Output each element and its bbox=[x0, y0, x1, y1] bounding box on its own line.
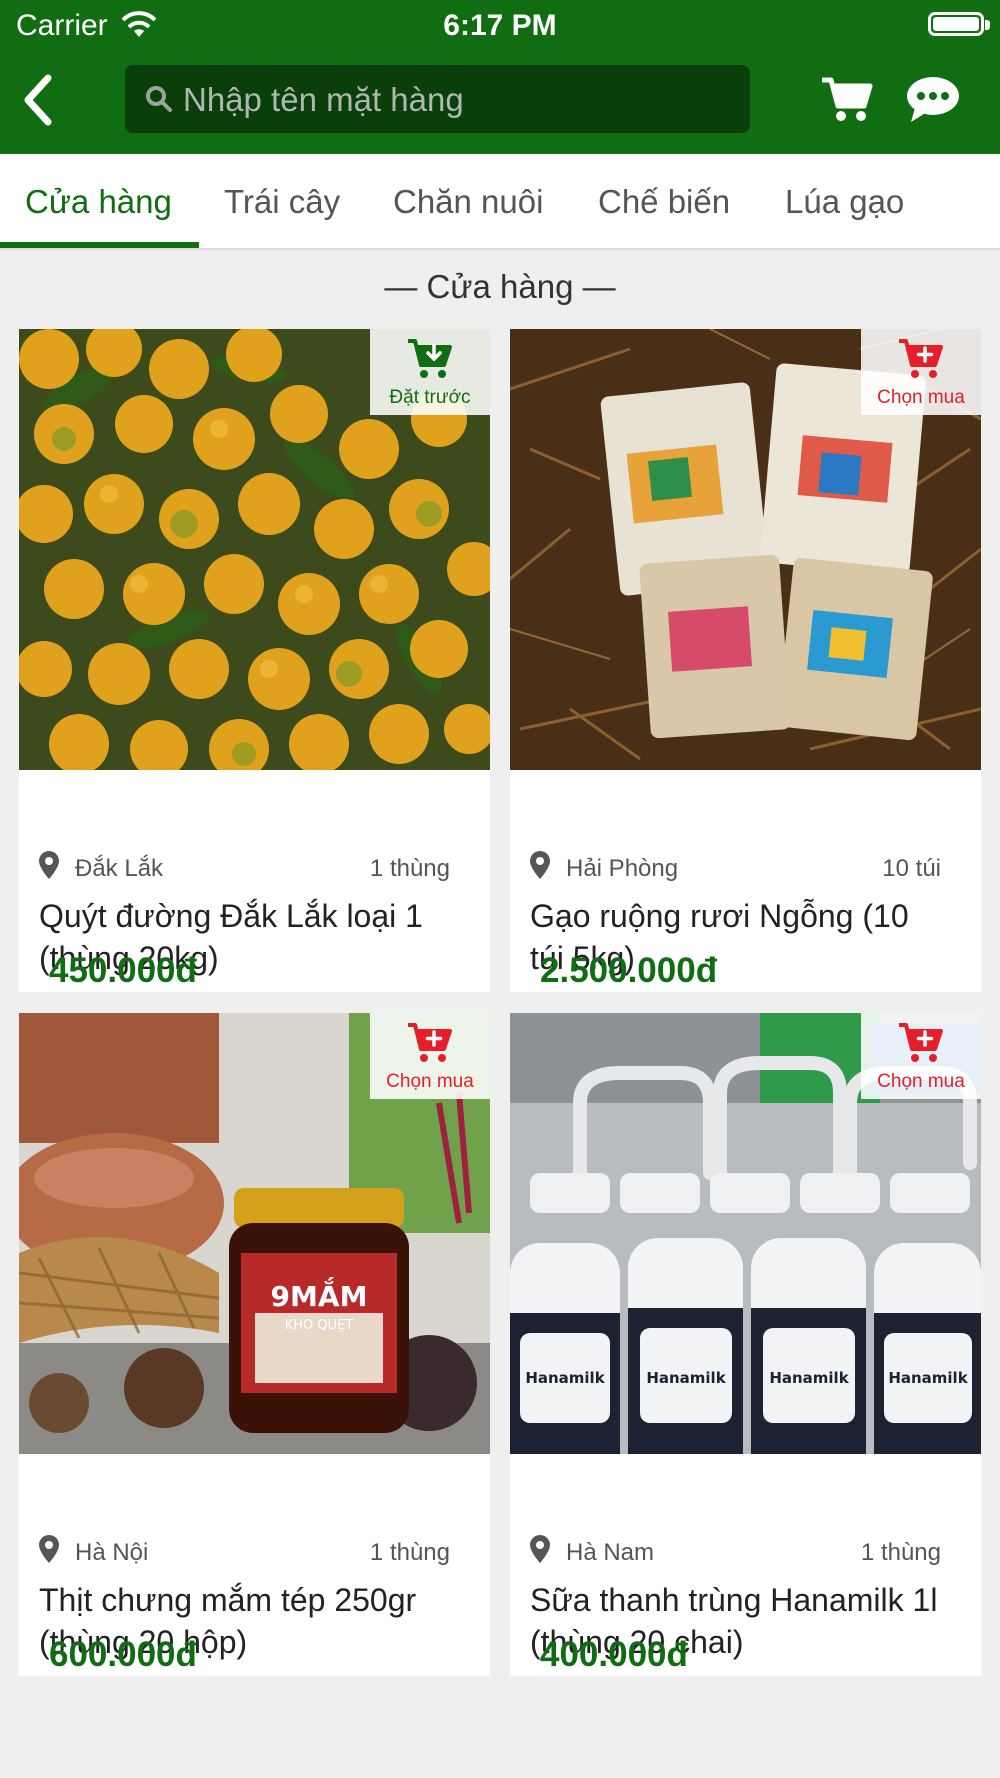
location-pin-icon bbox=[530, 1535, 550, 1563]
app-header: Carrier 6:17 PM bbox=[0, 0, 1000, 154]
choose-buy-button[interactable]: Chọn mua bbox=[861, 1013, 981, 1099]
svg-text:Hanamilk: Hanamilk bbox=[646, 1369, 726, 1387]
product-meta: Hà Nam 1 thùng bbox=[510, 1535, 981, 1567]
choose-buy-button[interactable]: Chọn mua bbox=[370, 1013, 490, 1099]
battery-icon bbox=[928, 12, 984, 36]
section-title: — Cửa hàng — bbox=[384, 268, 616, 305]
chat-button[interactable] bbox=[905, 74, 961, 124]
product-price: 400.000đ bbox=[540, 1635, 688, 1674]
search-icon bbox=[146, 86, 172, 112]
search-bar[interactable] bbox=[125, 65, 750, 135]
svg-text:9MẮM: 9MẮM bbox=[271, 1276, 368, 1313]
product-location: Hà Nội bbox=[75, 1539, 149, 1566]
product-quantity: 1 thùng bbox=[369, 1539, 450, 1566]
product-location: Đắk Lắk bbox=[75, 855, 164, 882]
location-pin-icon bbox=[39, 1535, 59, 1563]
product-meta: Đắk Lắk 1 thùng bbox=[19, 851, 490, 883]
choose-buy-button[interactable]: Chọn mua bbox=[861, 329, 981, 415]
status-time: 6:17 PM bbox=[443, 9, 557, 42]
product-card[interactable]: Đặt trước Đắk Lắk 1 thùng Quýt đường Đắk… bbox=[19, 329, 490, 992]
product-price: 450.000đ bbox=[49, 951, 197, 990]
tab-che-bien[interactable]: Chế biến bbox=[598, 154, 730, 248]
preorder-button[interactable]: Đặt trước bbox=[370, 329, 490, 415]
active-tab-indicator bbox=[0, 242, 199, 248]
add-to-cart-icon bbox=[899, 339, 943, 378]
tab-chan-nuoi[interactable]: Chăn nuôi bbox=[393, 154, 543, 248]
back-button[interactable] bbox=[18, 72, 68, 128]
location-pin-icon bbox=[530, 851, 550, 879]
search-input[interactable] bbox=[181, 65, 740, 135]
add-to-cart-icon bbox=[899, 1023, 943, 1062]
product-quantity: 1 thùng bbox=[860, 1539, 941, 1566]
product-price: 2.500.000đ bbox=[540, 951, 718, 990]
preorder-cart-icon bbox=[408, 339, 452, 378]
product-location: Hải Phòng bbox=[566, 855, 679, 882]
cart-icon bbox=[822, 77, 873, 121]
product-location: Hà Nam bbox=[566, 1539, 655, 1566]
battery-tip bbox=[985, 20, 990, 30]
badge-label: Chọn mua bbox=[877, 1071, 965, 1092]
back-chevron-icon bbox=[24, 74, 52, 126]
svg-text:Hanamilk: Hanamilk bbox=[769, 1369, 849, 1387]
product-meta: Hải Phòng 10 túi bbox=[510, 851, 981, 883]
svg-text:Hanamilk: Hanamilk bbox=[888, 1369, 968, 1387]
product-price: 600.000đ bbox=[49, 1635, 197, 1674]
product-card[interactable]: Chọn mua Hải Phòng 10 túi Gạo ruộng rươi… bbox=[510, 329, 981, 992]
badge-label: Đặt trước bbox=[389, 387, 471, 408]
status-bar: Carrier 6:17 PM bbox=[0, 0, 1000, 52]
product-card[interactable]: Hanamilk Hanamilk Hanamilk Hanamilk Chọn m… bbox=[510, 1013, 981, 1676]
badge-label: Chọn mua bbox=[386, 1071, 474, 1092]
category-tabs: Cửa hàng Trái cây Chăn nuôi Chế biến Lúa… bbox=[0, 154, 1000, 250]
product-card[interactable]: 9MẮM KHO QUẸT Chọn mua Hà Nội 1 thùng Th… bbox=[19, 1013, 490, 1676]
product-meta: Hà Nội 1 thùng bbox=[19, 1535, 490, 1567]
badge-label: Chọn mua bbox=[877, 387, 965, 408]
svg-text:Hanamilk: Hanamilk bbox=[525, 1369, 605, 1387]
tab-lua-gao[interactable]: Lúa gạo bbox=[785, 154, 904, 248]
product-quantity: 10 túi bbox=[882, 855, 941, 882]
chat-bubble-icon bbox=[907, 77, 959, 122]
svg-text:KHO QUẸT: KHO QUẸT bbox=[285, 1318, 354, 1333]
location-pin-icon bbox=[39, 851, 59, 879]
add-to-cart-icon bbox=[408, 1023, 452, 1062]
tab-cua-hang[interactable]: Cửa hàng bbox=[25, 154, 172, 248]
tab-trai-cay[interactable]: Trái cây bbox=[224, 154, 340, 248]
product-quantity: 1 thùng bbox=[369, 855, 450, 882]
cart-button[interactable] bbox=[820, 74, 874, 124]
